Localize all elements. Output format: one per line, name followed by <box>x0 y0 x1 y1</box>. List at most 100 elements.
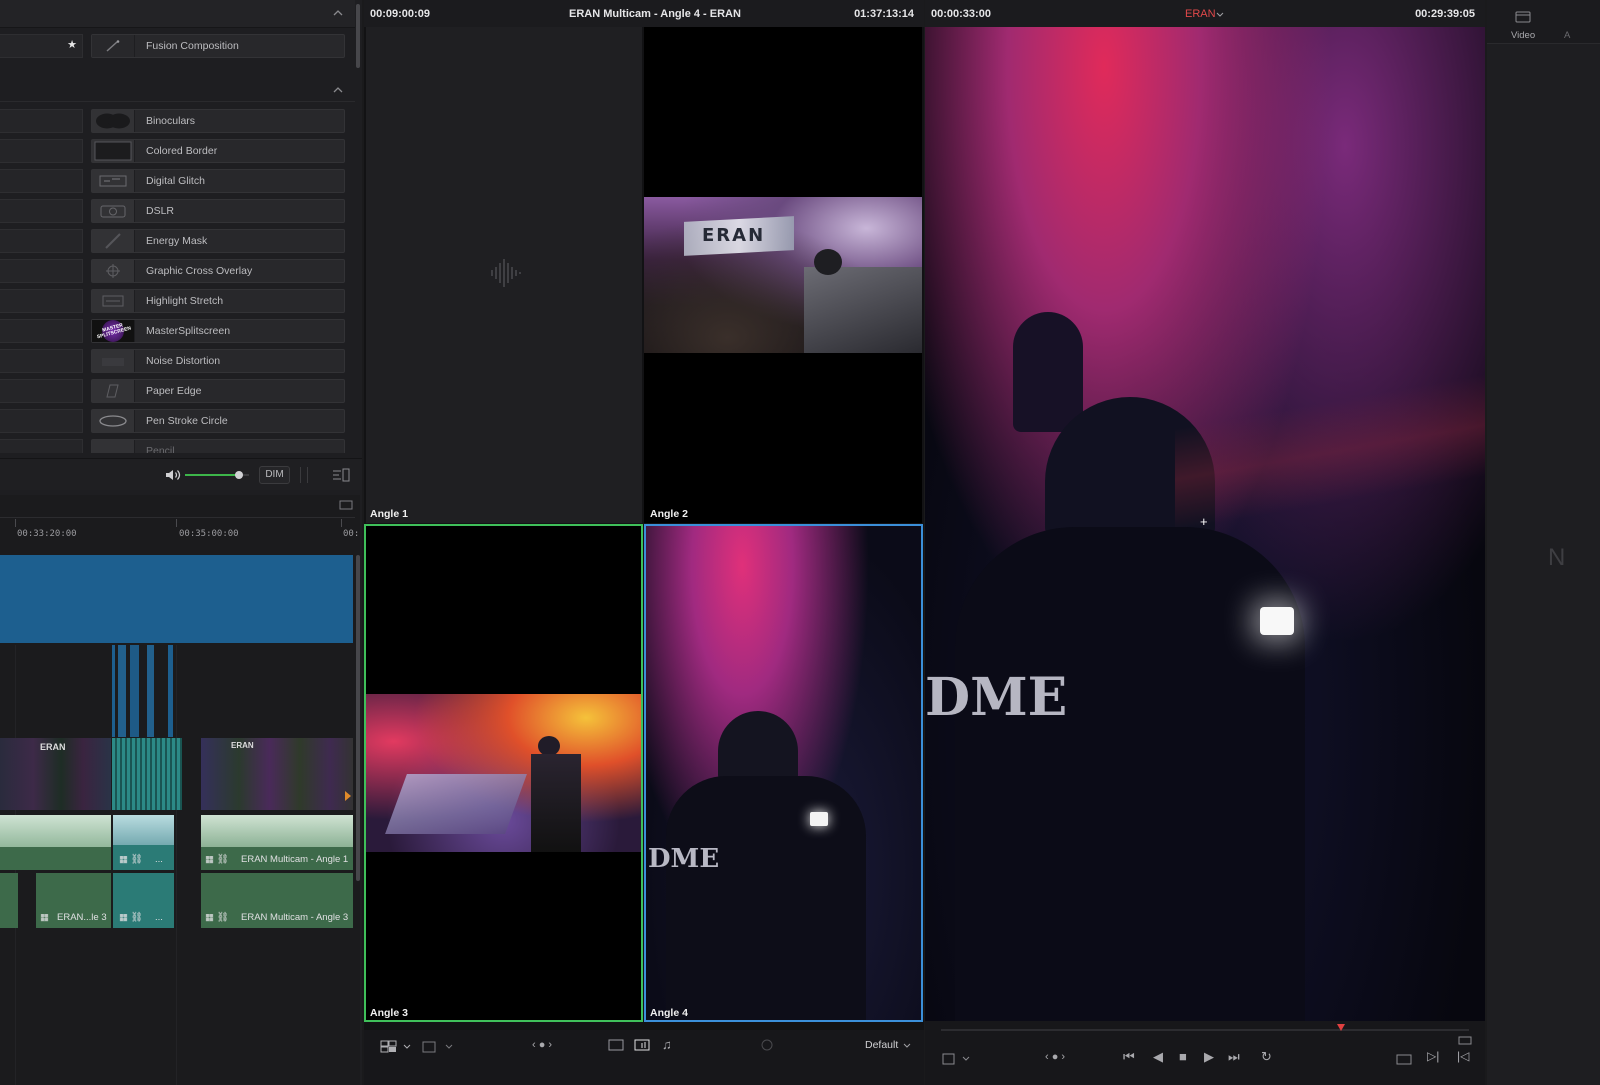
effect-row[interactable]: DSLR <box>0 199 345 223</box>
effect-left-slot[interactable] <box>0 319 83 343</box>
effect-item[interactable]: MASTER SPLITSCREEN MasterSplitscreen <box>91 319 345 343</box>
speaker-icon[interactable] <box>165 468 181 482</box>
timeline-scrollbar[interactable] <box>356 555 360 881</box>
angle-2-tile[interactable]: ERAN Angle 2 <box>644 27 922 523</box>
layout-mode-dropdown[interactable]: Default <box>865 1039 898 1051</box>
program-jacket-text: DME <box>925 667 1068 728</box>
effect-row[interactable]: Highlight Stretch <box>0 289 345 313</box>
effect-row[interactable]: Digital Glitch <box>0 169 345 193</box>
effect-left-slot[interactable] <box>0 349 83 373</box>
star-icon[interactable]: ★ <box>67 38 77 51</box>
effect-row[interactable]: Energy Mask <box>0 229 345 253</box>
effect-row[interactable]: Binoculars <box>0 109 345 133</box>
effects-scrollbar[interactable] <box>356 4 360 68</box>
audio-meter-icon[interactable] <box>1457 1033 1473 1045</box>
video-clip-multicam[interactable] <box>112 738 182 810</box>
effect-item[interactable]: Graphic Cross Overlay <box>91 259 345 283</box>
video-switch-icon[interactable] <box>608 1039 624 1051</box>
overlay-icon[interactable] <box>422 1039 456 1055</box>
program-video-frame[interactable]: DME + <box>925 27 1485 1021</box>
effect-row[interactable]: Colored Border <box>0 139 345 163</box>
angle-3-tile[interactable]: Angle 3 <box>364 524 643 1022</box>
chevron-up-icon[interactable] <box>333 85 343 95</box>
layout-grid-icon[interactable] <box>380 1039 414 1055</box>
shuttle-control[interactable]: ‹ ● › <box>1045 1051 1065 1063</box>
chevron-down-icon[interactable] <box>1216 12 1224 18</box>
mixer-panel-icon[interactable] <box>331 467 351 483</box>
stop-icon[interactable]: ■ <box>1179 1049 1187 1064</box>
effect-item[interactable]: Pen Stroke Circle <box>91 409 345 433</box>
effect-left-slot[interactable] <box>0 139 83 163</box>
crop-tool-icon[interactable] <box>941 1051 973 1067</box>
timeline-name-dropdown[interactable]: ERAN <box>1185 8 1216 20</box>
effect-row[interactable]: Paper Edge <box>0 379 345 403</box>
audio-clip-angle-1[interactable]: ▦ ⛓ ERAN Multicam - Angle 1 <box>201 815 353 870</box>
chevron-up-icon[interactable] <box>333 8 343 18</box>
play-icon[interactable]: ▶ <box>1204 1049 1214 1065</box>
fusion-composition-item[interactable]: Fusion Composition <box>91 34 345 58</box>
effect-left-slot[interactable] <box>0 439 83 453</box>
audio-clip-angle-3-short[interactable]: ▦ ERAN...le 3 <box>36 873 111 928</box>
effect-left-slot[interactable] <box>0 379 83 403</box>
effect-left-slot[interactable] <box>0 289 83 313</box>
angle-4-tile[interactable]: DME Angle 4 <box>644 524 923 1022</box>
effect-item[interactable]: Pencil <box>91 439 345 453</box>
video-clip-thumbnail[interactable]: ERAN <box>201 738 353 810</box>
volume-knob[interactable] <box>235 471 244 479</box>
skip-end-icon[interactable]: ⏭ <box>1228 1049 1240 1065</box>
effect-item[interactable]: Digital Glitch <box>91 169 345 193</box>
effect-item[interactable]: Noise Distortion <box>91 349 345 373</box>
audio-clip[interactable] <box>0 815 111 870</box>
audio-clip-angle-3[interactable]: ▦ ⛓ ERAN Multicam - Angle 3 <box>201 873 353 928</box>
video-clip-thumbnail[interactable]: ERAN <box>0 738 111 810</box>
audio-clip-multicam[interactable]: ▦ ⛓ ... <box>113 815 174 870</box>
sync-icon[interactable] <box>758 1038 776 1052</box>
volume-slider[interactable] <box>185 471 249 479</box>
match-frame-icon[interactable] <box>1395 1052 1413 1066</box>
angle-2-video-frame: ERAN <box>644 197 922 353</box>
effects-section-header-top[interactable] <box>0 0 355 28</box>
angle-1-tile[interactable]: Angle 1 <box>366 27 642 523</box>
jog-control[interactable]: ‹ ● › <box>532 1039 552 1051</box>
effect-row-partial[interactable]: Pencil <box>0 439 345 453</box>
favorite-slot[interactable]: ★ <box>0 34 83 58</box>
audio-switch-icon[interactable]: ♫ <box>662 1037 672 1052</box>
effect-left-slot[interactable] <box>0 169 83 193</box>
fusion-composition-row[interactable]: ★ Fusion Composition <box>0 34 345 58</box>
effect-left-slot[interactable] <box>0 259 83 283</box>
effect-item[interactable]: Energy Mask <box>91 229 345 253</box>
playhead-marker[interactable] <box>1337 1024 1345 1031</box>
video-audio-switch-icon[interactable] <box>634 1038 652 1052</box>
effect-item[interactable]: Paper Edge <box>91 379 345 403</box>
loop-icon[interactable]: ↻ <box>1261 1049 1272 1065</box>
timeline-view-icon[interactable] <box>339 500 353 511</box>
tab-next-label[interactable]: A <box>1564 30 1570 41</box>
effect-item[interactable]: DSLR <box>91 199 345 223</box>
effect-row[interactable]: MASTER SPLITSCREEN MasterSplitscreen <box>0 319 345 343</box>
effect-left-slot[interactable] <box>0 109 83 133</box>
effect-left-slot[interactable] <box>0 409 83 433</box>
chevron-down-icon[interactable] <box>903 1043 911 1049</box>
effects-section-header-effects[interactable] <box>0 76 355 102</box>
audio-clip[interactable] <box>0 873 18 928</box>
audio-clip-multicam[interactable]: ▦ ⛓ ... <box>113 873 174 928</box>
clip-name-truncated: ... <box>155 912 163 923</box>
skip-start-icon[interactable]: ⏮ <box>1123 1049 1135 1065</box>
prev-edit-icon[interactable]: |◁ <box>1457 1049 1469 1063</box>
effect-row[interactable]: Noise Distortion <box>0 349 345 373</box>
multicam-controls: ‹ ● › ♫ Default <box>364 1030 924 1085</box>
jog-bar[interactable] <box>941 1029 1469 1031</box>
next-edit-icon[interactable]: ▷| <box>1427 1049 1439 1063</box>
title-clip-track[interactable] <box>0 555 353 643</box>
multicam-title[interactable]: ERAN Multicam - Angle 4 - ERAN <box>569 8 741 20</box>
tab-video[interactable]: Video <box>1501 0 1545 44</box>
effect-left-slot[interactable] <box>0 199 83 223</box>
play-reverse-icon[interactable]: ◀ <box>1153 1049 1163 1065</box>
effect-row[interactable]: Graphic Cross Overlay <box>0 259 345 283</box>
effect-item[interactable]: Colored Border <box>91 139 345 163</box>
dim-button[interactable]: DIM <box>259 466 290 484</box>
effect-item[interactable]: Highlight Stretch <box>91 289 345 313</box>
effect-left-slot[interactable] <box>0 229 83 253</box>
effect-row[interactable]: Pen Stroke Circle <box>0 409 345 433</box>
effect-item[interactable]: Binoculars <box>91 109 345 133</box>
